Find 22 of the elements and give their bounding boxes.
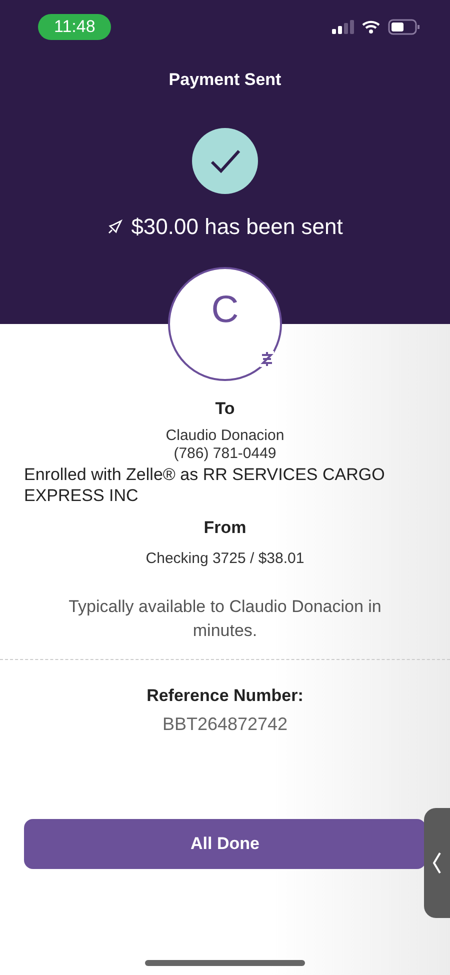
side-handle[interactable] (424, 808, 450, 918)
account-text: Checking 3725 / $38.01 (146, 550, 304, 567)
screen-title: Payment Sent (168, 70, 282, 90)
availability-note: Typically available to Claudio Donacion in minutes. (68, 596, 382, 642)
checkmark-icon (192, 128, 258, 194)
sent-message: $30.00 has been sent (131, 214, 343, 240)
reference-label: Reference Number: (146, 686, 304, 706)
recipient-name: Claudio Donacion (166, 427, 284, 444)
all-done-button[interactable]: All Done (24, 819, 426, 869)
rocket-icon (107, 219, 124, 235)
reference-number: BBT264872742 (162, 714, 288, 735)
status-time: 11:48 (38, 14, 112, 40)
enrolled-text: Enrolled with Zelle® as RR SERVICES CARGO EXPRESS INC (23, 464, 386, 506)
battery-icon (388, 19, 420, 35)
chevron-left-icon (433, 852, 441, 874)
to-label: To (215, 399, 235, 419)
recipient-phone: (786) 781-0449 (174, 445, 276, 462)
from-label: From (204, 518, 246, 538)
signal-icon (332, 20, 354, 34)
avatar-initial: C (210, 289, 240, 332)
zelle-icon (260, 351, 274, 367)
wifi-icon (362, 20, 380, 34)
